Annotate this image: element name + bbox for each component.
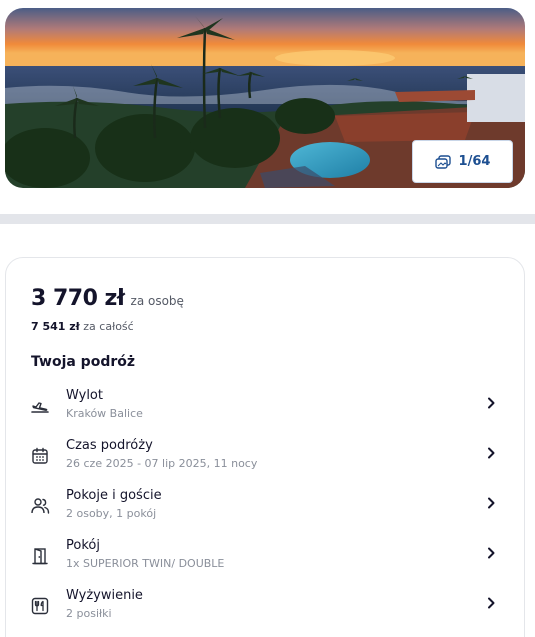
chevron-right-icon [484,496,498,510]
hotel-photo[interactable]: 1/64 [5,8,525,188]
cutlery-icon [30,596,50,616]
trip-item-room[interactable]: Pokój 1x SUPERIOR TWIN/ DOUBLE [6,534,526,584]
price-per-person-suffix: za osobę [130,294,184,308]
trip-item-value: 26 cze 2025 - 07 lip 2025, 11 nocy [66,457,258,470]
chevron-right-icon [484,396,498,410]
chevron-right-icon [484,596,498,610]
trip-item-value: 2 osoby, 1 pokój [66,507,157,520]
gallery-counter: 1/64 [458,154,491,169]
gallery-button[interactable]: 1/64 [412,140,513,183]
trip-item-label: Pokój [66,538,100,553]
trip-item-duration[interactable]: Czas podróży 26 cze 2025 - 07 lip 2025, … [6,434,526,484]
trip-details-list: Wylot Kraków Balice Czas podróży 26 cze … [6,384,526,634]
chevron-right-icon [484,446,498,460]
chevron-right-icon [484,546,498,560]
gallery-icon [434,154,451,169]
price-per-person-row: 3 770 zł za osobę [31,286,184,311]
trip-item-label: Wylot [66,388,103,403]
trip-item-board[interactable]: Wyżywienie 2 posiłki [6,584,526,634]
section-divider [0,214,535,224]
price-total-row: 7 541 zł za całość [31,320,134,333]
plane-departure-icon [30,396,50,416]
trip-item-departure[interactable]: Wylot Kraków Balice [6,384,526,434]
trip-item-label: Czas podróży [66,438,153,453]
price-per-person: 3 770 zł [31,286,125,311]
trip-item-label: Pokoje i goście [66,488,162,503]
calendar-icon [30,446,50,466]
price-total: 7 541 zł [31,320,80,333]
offer-page: 1/64 3 770 zł za osobę 7 541 zł za całoś… [0,0,535,637]
trip-item-value: 2 posiłki [66,607,112,620]
trip-item-value: Kraków Balice [66,407,143,420]
guests-icon [30,496,50,516]
door-icon [30,546,50,566]
price-total-suffix: za całość [83,320,134,333]
trip-item-label: Wyżywienie [66,588,143,603]
trip-section-title: Twoja podróż [31,354,136,370]
trip-item-value: 1x SUPERIOR TWIN/ DOUBLE [66,557,225,570]
trip-summary-card: 3 770 zł za osobę 7 541 zł za całość Two… [5,257,525,637]
trip-item-rooms-guests[interactable]: Pokoje i goście 2 osoby, 1 pokój [6,484,526,534]
